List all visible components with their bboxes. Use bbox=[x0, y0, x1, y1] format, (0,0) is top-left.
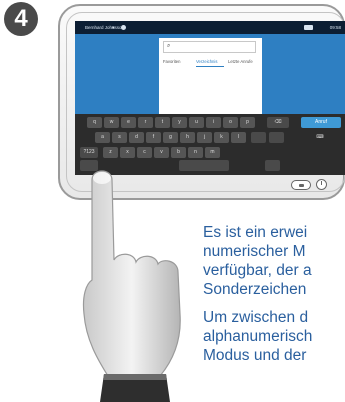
key[interactable]: f bbox=[146, 132, 161, 143]
step-number-badge: 4 bbox=[4, 2, 38, 36]
description-text: Es ist ein erwei numerischer M verfügbar… bbox=[203, 223, 345, 374]
key[interactable]: y bbox=[172, 117, 187, 128]
key[interactable]: m bbox=[205, 147, 220, 158]
search-icon: ⌕ bbox=[167, 43, 171, 49]
key[interactable]: g bbox=[163, 132, 178, 143]
tab-directory[interactable]: Verzeichnis bbox=[196, 59, 217, 64]
key[interactable]: v bbox=[154, 147, 169, 158]
fingertip-highlight bbox=[93, 172, 111, 184]
key[interactable]: k bbox=[214, 132, 229, 143]
key[interactable]: c bbox=[137, 147, 152, 158]
clock: 09:58 bbox=[329, 25, 341, 30]
description-line: Um zwischen d bbox=[203, 309, 309, 326]
key[interactable]: z bbox=[103, 147, 118, 158]
search-input[interactable]: ⌕ bbox=[163, 41, 256, 53]
key[interactable]: i bbox=[206, 117, 221, 128]
device-screen: Bernhard Johnsson ▾ 09:58 ⌕ Favoriten Ve… bbox=[75, 21, 345, 175]
key[interactable]: s bbox=[112, 132, 127, 143]
pointing-hand-illustration bbox=[82, 170, 181, 402]
key[interactable]: o bbox=[223, 117, 238, 128]
keyboard-row-3: ?123 z x c v b n m bbox=[75, 147, 345, 159]
home-button[interactable] bbox=[291, 180, 311, 190]
description-line: Es ist ein erwei bbox=[203, 224, 308, 241]
key[interactable]: e bbox=[121, 117, 136, 128]
mode-switch-key[interactable]: ?123 bbox=[80, 147, 98, 158]
tab-recent-calls[interactable]: Letzte Anrufe bbox=[228, 59, 253, 64]
tab-favorites[interactable]: Favoriten bbox=[163, 59, 180, 64]
key[interactable]: n bbox=[188, 147, 203, 158]
chevron-down-icon[interactable]: ▾ bbox=[112, 25, 115, 31]
keyboard-hide-icon[interactable]: ⌨ bbox=[305, 132, 335, 143]
key[interactable]: t bbox=[155, 117, 170, 128]
key[interactable]: x bbox=[120, 147, 135, 158]
key[interactable]: p bbox=[240, 117, 255, 128]
power-button[interactable] bbox=[316, 179, 327, 190]
key[interactable]: w bbox=[104, 117, 119, 128]
keyboard-row-1: q w e r t y u i o p ⌫ Anruf bbox=[75, 117, 345, 129]
hand-shape bbox=[82, 170, 181, 377]
description-line: Sonderzeichen bbox=[203, 281, 307, 298]
cuff-edge bbox=[103, 374, 167, 380]
key[interactable]: q bbox=[87, 117, 102, 128]
user-name[interactable]: Bernhard Johnsson bbox=[85, 25, 124, 30]
description-line: alphanumerisch bbox=[203, 328, 313, 345]
key[interactable] bbox=[265, 160, 280, 171]
description-line: Modus und der bbox=[203, 347, 307, 364]
camera-icon[interactable] bbox=[304, 25, 313, 30]
key[interactable]: d bbox=[129, 132, 144, 143]
key[interactable] bbox=[251, 132, 266, 143]
key[interactable]: a bbox=[95, 132, 110, 143]
status-bar: Bernhard Johnsson ▾ 09:58 bbox=[75, 21, 345, 34]
key[interactable]: j bbox=[197, 132, 212, 143]
key[interactable]: h bbox=[180, 132, 195, 143]
key[interactable]: b bbox=[171, 147, 186, 158]
key[interactable]: l bbox=[231, 132, 246, 143]
key[interactable]: u bbox=[189, 117, 204, 128]
key[interactable] bbox=[269, 132, 284, 143]
key[interactable]: r bbox=[138, 117, 153, 128]
keyboard-row-2: a s d f g h j k l ⌨ bbox=[75, 132, 345, 144]
active-tab-indicator bbox=[196, 66, 224, 67]
call-button[interactable]: Anruf bbox=[301, 117, 341, 128]
description-line: numerischer M bbox=[203, 243, 306, 260]
backspace-key[interactable]: ⌫ bbox=[267, 117, 289, 128]
description-line: verfügbar, der a bbox=[203, 262, 312, 279]
status-icon[interactable] bbox=[121, 25, 126, 30]
